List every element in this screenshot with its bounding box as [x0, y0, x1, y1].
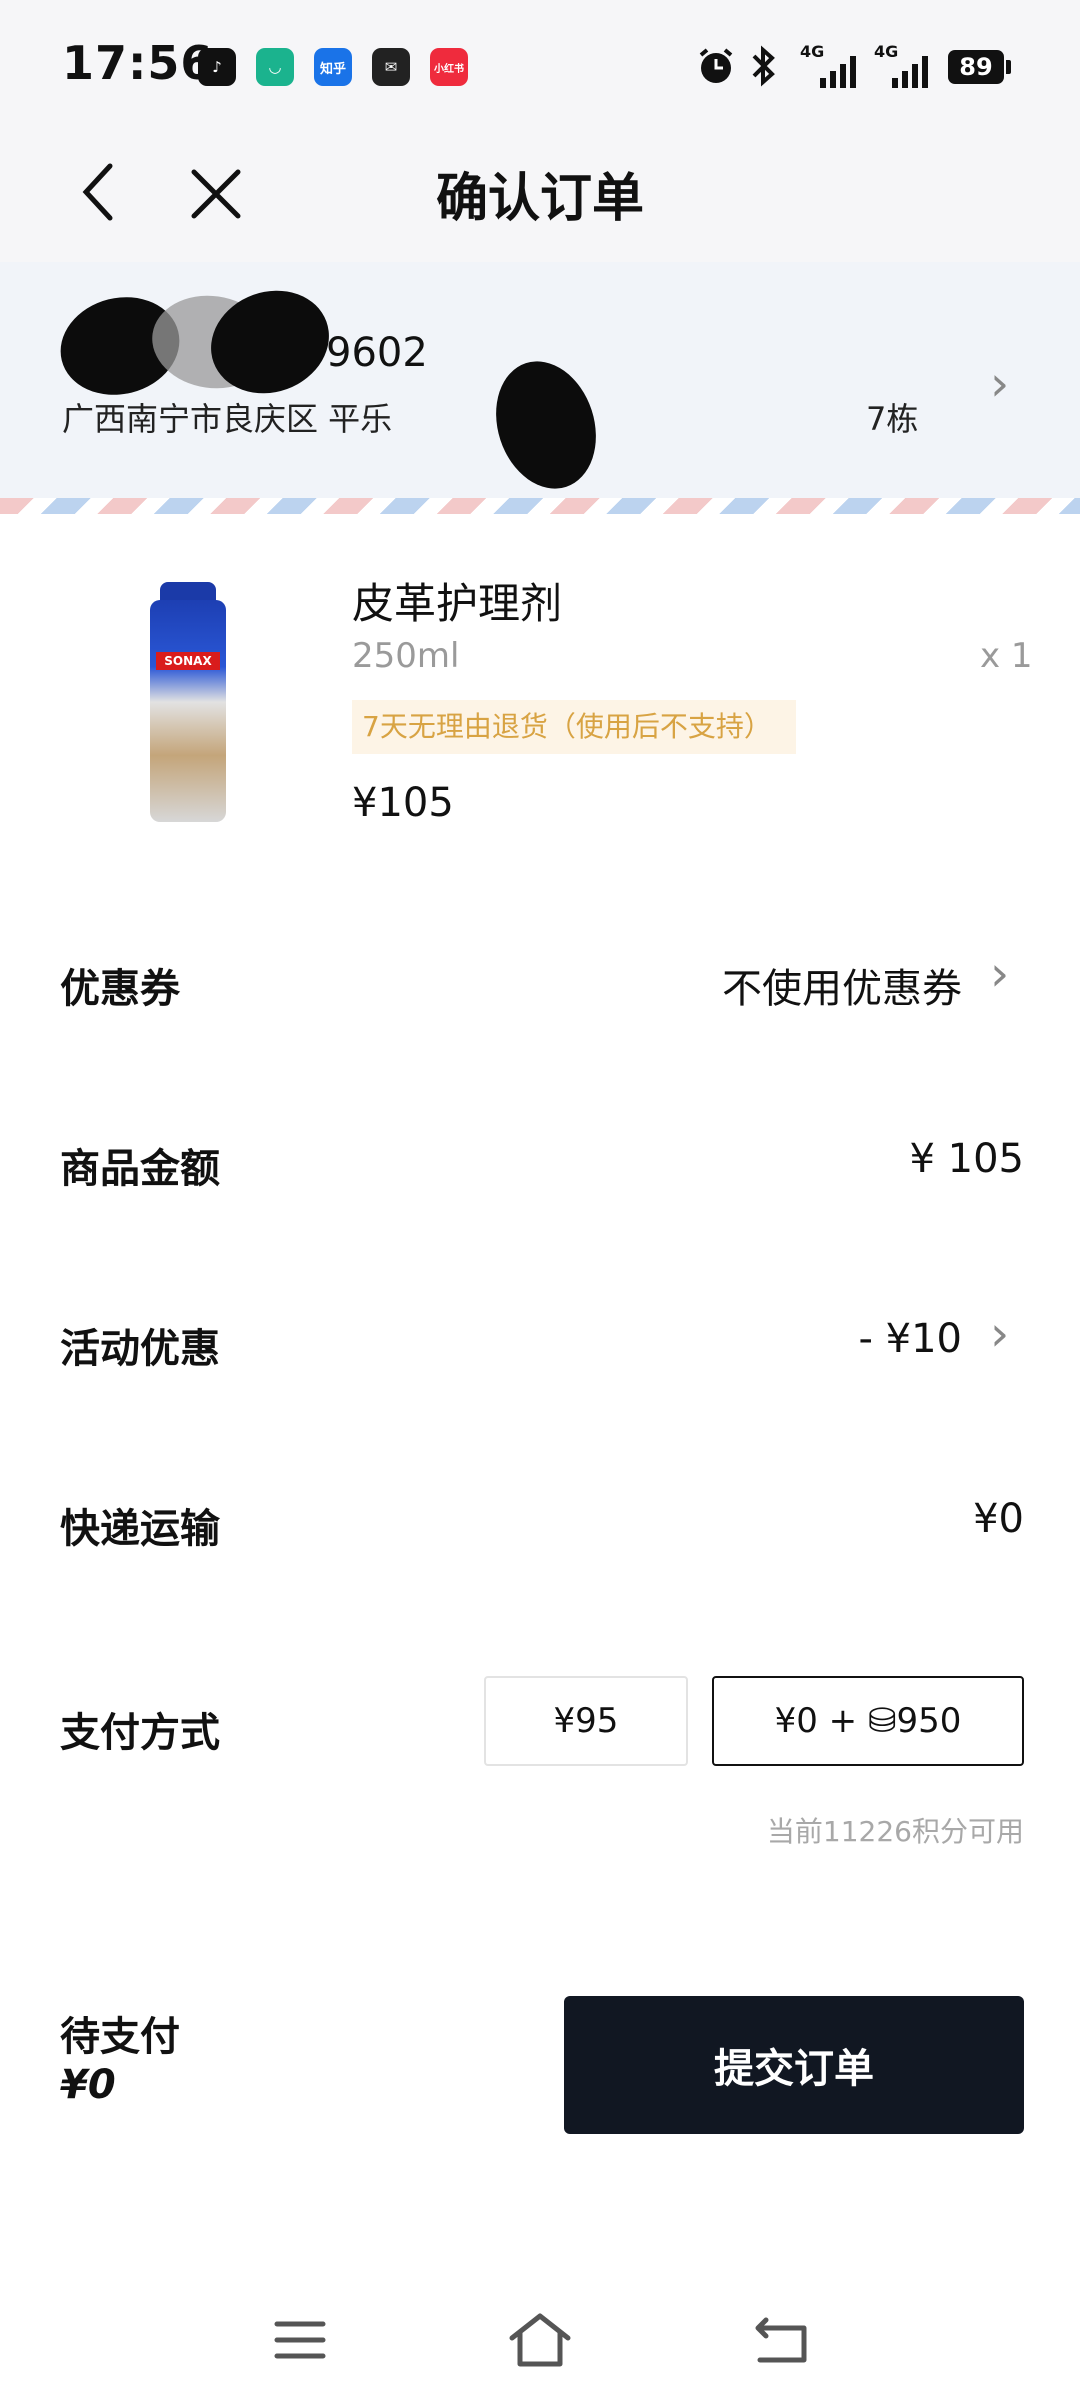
back-nav-icon — [755, 2317, 807, 2363]
back-nav-button[interactable] — [742, 2300, 822, 2380]
xiaohongshu-app-icon: 小红书 — [430, 48, 468, 86]
battery-level: 89 — [959, 53, 993, 81]
bluetooth-icon — [752, 45, 775, 87]
airmail-border — [0, 498, 1080, 514]
submit-order-label: 提交订单 — [714, 2046, 874, 2092]
home-icon — [509, 2313, 571, 2367]
status-time: 17:56 — [62, 36, 214, 90]
battery-nub — [1006, 60, 1011, 74]
mail-icon: ✉ — [372, 48, 410, 86]
amount-due-value: ¥0 — [60, 2062, 116, 2108]
menu-icon — [274, 2321, 326, 2359]
product-price: ¥105 — [352, 780, 454, 826]
goods-amount-value: ¥ 105 — [909, 1136, 1024, 1182]
battery-icon: 89 — [948, 50, 1004, 84]
alarm-icon — [699, 48, 733, 83]
payment-method-label: 支付方式 — [60, 1710, 220, 1756]
points-available-note: 当前11226积分可用 — [766, 1815, 1024, 1848]
goods-amount-label: 商品金额 — [60, 1146, 220, 1192]
coupon-value: 不使用优惠券 — [722, 966, 962, 1012]
address-phone: 9602 — [326, 330, 428, 376]
product-brand-logo: SONAX — [156, 652, 220, 670]
return-policy-tag: 7天无理由退货（使用后不支持） — [352, 700, 796, 754]
product-name: 皮革护理剂 — [352, 579, 563, 628]
promotion-label: 活动优惠 — [60, 1326, 220, 1372]
zhihu-app-icon: 知乎 — [314, 48, 352, 86]
promotion-chevron-icon: › — [990, 1306, 1010, 1362]
coupon-chevron-icon: › — [990, 946, 1010, 1002]
shipping-value: ¥0 — [973, 1496, 1024, 1542]
pay-cash-option[interactable]: ¥95 — [484, 1676, 688, 1766]
address-line-end: 7栋 — [866, 400, 919, 438]
submit-order-button[interactable]: 提交订单 — [564, 1996, 1024, 2134]
address-line-start: 广西南宁市良庆区 平乐 — [62, 400, 393, 438]
signal-icon-2 — [892, 56, 928, 88]
product-quantity: x 1 — [980, 636, 1033, 676]
shipping-label: 快递运输 — [60, 1506, 220, 1552]
menu-nav-button[interactable] — [260, 2300, 340, 2380]
product-image: SONAX — [150, 582, 226, 822]
page-title: 确认订单 — [435, 169, 644, 229]
promotion-value: - ¥10 — [858, 1316, 963, 1362]
signal-icon — [820, 56, 856, 88]
mijia-app-icon: ◡ — [256, 48, 294, 86]
redaction-mark — [50, 274, 344, 410]
pay-points-option[interactable]: ¥0 + ⛁950 — [712, 1676, 1024, 1766]
amount-due-label: 待支付 — [60, 2014, 180, 2060]
address-chevron-icon: › — [990, 356, 1010, 412]
coupon-label: 优惠券 — [60, 966, 180, 1012]
home-nav-button[interactable] — [500, 2300, 580, 2380]
can-body — [150, 600, 226, 822]
music-app-icon: ♪ — [198, 48, 236, 86]
product-spec: 250ml — [352, 636, 460, 676]
